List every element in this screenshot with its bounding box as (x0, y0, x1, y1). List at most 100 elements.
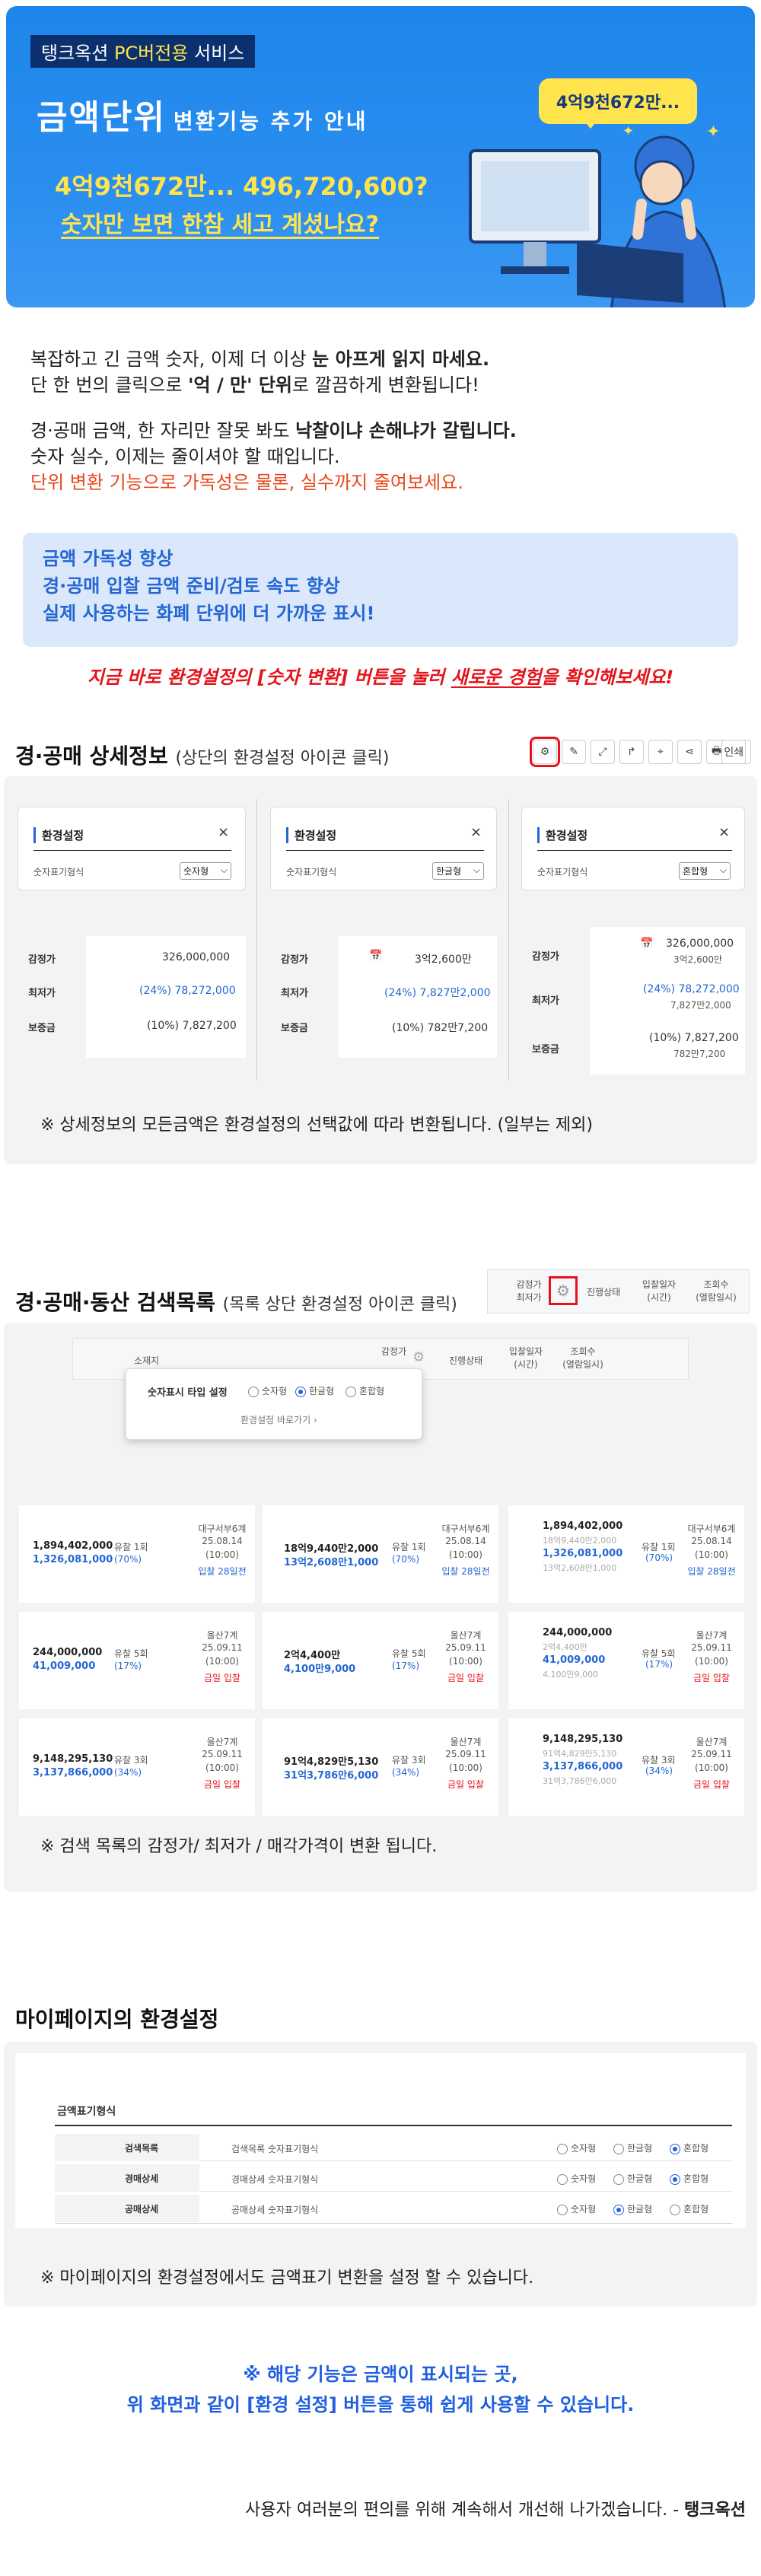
gear-icon[interactable]: ⚙ (412, 1349, 425, 1365)
fail-count: 유찰 3회 (114, 1755, 148, 1766)
final-line-2: 위 화면과 같이 [환경 설정] 버튼을 통해 쉽게 사용할 수 있습니다. (126, 2394, 635, 2415)
bid-countdown: 입찰 28일전 (687, 1566, 736, 1577)
court-name: 대구서부6계 (687, 1524, 736, 1534)
min-rate: (17%) (645, 1659, 673, 1670)
close-icon[interactable]: × (470, 824, 482, 840)
list-item[interactable]: 9,148,295,130 91억4,829만5,130 3,137,866,000… (508, 1718, 744, 1816)
list-item[interactable]: 1,894,402,000 18억9,440만2,000 1,326,081,000… (508, 1505, 744, 1603)
format-row: 검색목록 검색목록 숫자표기형식 숫자형 한글형 혼합형 (55, 2134, 732, 2161)
bid-countdown: 금일 입찰 (204, 1779, 240, 1790)
format-radio[interactable]: 혼합형 (670, 2202, 708, 2215)
format-select[interactable]: 숫자형 ⌵ (180, 862, 231, 880)
list-settings-gear-button[interactable]: ⚙ (549, 1276, 578, 1305)
appraisal-value-alt: 3억2,600만 (673, 954, 723, 965)
bid-countdown: 금일 입찰 (693, 1673, 730, 1683)
list-item[interactable]: 9,148,295,130 3,137,866,000 유찰 3회 (34%) 울산7계… (19, 1718, 255, 1816)
appraisal-value: 2억4,400만 (284, 1650, 341, 1661)
bid-countdown: 금일 입찰 (447, 1673, 484, 1683)
appraisal-value: 1,894,402,000 (33, 1540, 113, 1552)
format-radio[interactable]: 한글형 (613, 2141, 652, 2154)
format-radio[interactable]: 한글형 (613, 2202, 652, 2215)
banner-tag: 탱크옥션 PC버전용 서비스 (30, 35, 256, 68)
bid-time: (10:00) (695, 1762, 728, 1773)
popup-radio-korean[interactable]: 한글형 (295, 1384, 334, 1397)
format-radio[interactable]: 한글형 (613, 2172, 652, 2185)
bid-time: (10:00) (695, 1656, 728, 1667)
format-radio[interactable]: 숫자형 (557, 2172, 596, 2185)
settings-title: 환경설정 (33, 827, 84, 843)
row-name: 경매상세 (125, 2173, 159, 2184)
settings-popup-2: 환경설정 × 숫자표기형식 한글형 ⌵ (270, 807, 497, 890)
bid-countdown: 금일 입찰 (693, 1779, 730, 1790)
col-views: 조회수 (열람일시) (562, 1346, 603, 1370)
col-appraisal: 감정가 (381, 1346, 407, 1357)
format-radio[interactable]: 혼합형 (670, 2141, 708, 2154)
banner-line-2: 숫자만 보면 한참 세고 계셨나요? (61, 212, 379, 238)
col-bid-date: 입찰일자 (시간) (642, 1279, 677, 1303)
list-item[interactable]: 244,000,000 41,009,000 유찰 5회 (17%) 울산7계 25.09… (19, 1612, 255, 1709)
appraisal-value: 9,148,295,130 (543, 1734, 623, 1745)
share-icon[interactable]: ⋖ (677, 740, 702, 764)
close-icon[interactable]: × (718, 824, 730, 840)
mypage-panel: 금액표기형식 검색목록 검색목록 숫자표기형식 숫자형 한글형 혼합형 경매상세 경매상세 … (4, 2042, 757, 2307)
amount-format-title: 금액표기형식 (57, 2106, 116, 2118)
deposit-value-alt: 782만7,200 (673, 1049, 726, 1059)
detail-toolbar: ⚙ ✎ ⤢ ↱ ⌖ ⋖ 🖶 인쇄 (530, 737, 752, 767)
bid-countdown: 입찰 28일전 (198, 1566, 247, 1577)
share-arrow-icon[interactable]: ↱ (619, 740, 644, 764)
settings-gear-button[interactable]: ⚙ (530, 737, 560, 767)
bid-countdown: 입찰 28일전 (441, 1566, 490, 1577)
format-radio[interactable]: 숫자형 (557, 2202, 596, 2215)
appraisal-value: 18억9,440만2,000 (284, 1543, 379, 1555)
print-button[interactable]: 🖶 인쇄 (706, 740, 752, 764)
fail-count: 유찰 5회 (642, 1648, 676, 1659)
list-item[interactable]: 18억9,440만2,000 13억2,608만1,000 유찰 1회 (70%) 대구… (263, 1505, 498, 1603)
mypage-card: 금액표기형식 검색목록 검색목록 숫자표기형식 숫자형 한글형 혼합형 경매상세 경매상세 … (15, 2053, 746, 2228)
edit-icon[interactable]: ✎ (562, 740, 586, 764)
min-price-value: 31억3,786만6,000 (284, 1770, 379, 1782)
min-price-value: (24%) 78,272,000 (139, 985, 236, 997)
court-name: 대구서부6계 (198, 1524, 247, 1534)
list-item[interactable]: 244,000,000 2억4,400만 41,009,000 4,100만9,000… (508, 1612, 744, 1709)
min-rate: (17%) (392, 1661, 420, 1671)
field-label: 숫자표기형식 (33, 867, 84, 877)
row-desc: 공매상세 숫자표기형식 (231, 2205, 319, 2215)
row-label: 감정가 (532, 951, 559, 963)
appraisal-value: 244,000,000 (543, 1627, 613, 1638)
format-radio[interactable]: 숫자형 (557, 2141, 596, 2154)
popup-radio-number[interactable]: 숫자형 (248, 1384, 287, 1397)
bid-date: 25.09.11 (691, 1642, 732, 1653)
bid-date: 25.08.14 (445, 1536, 486, 1546)
mypage-note: ※ 마이페이지의 환경설정에서도 금액표기 변환을 설정 할 수 있습니다. (40, 2269, 534, 2288)
popup-radio-mixed[interactable]: 혼합형 (345, 1384, 384, 1397)
row-label: 최저가 (281, 988, 308, 999)
appraisal-value-alt: 91억4,829만5,130 (543, 1749, 617, 1759)
court-name: 울산7계 (696, 1630, 728, 1641)
appraisal-value: 9,148,295,130 (33, 1753, 113, 1765)
close-icon[interactable]: × (218, 824, 229, 840)
list-item[interactable]: 2억4,400만 4,100만9,000 유찰 5회 (17%) 울산7계 25.09.1… (263, 1612, 498, 1709)
format-select[interactable]: 한글형 ⌵ (432, 862, 484, 880)
bid-time: (10:00) (449, 1656, 482, 1667)
min-price-value-alt: 31억3,786만6,000 (543, 1776, 617, 1786)
list-item[interactable]: 1,894,402,000 1,326,081,000 유찰 1회 (70%) 대구서부… (19, 1505, 255, 1603)
court-name: 울산7계 (450, 1630, 482, 1641)
deposit-value: (10%) 7,827,200 (649, 1032, 739, 1044)
appraisal-value-alt: 2억4,400만 (543, 1642, 587, 1652)
min-price-value-alt: 13억2,608만1,000 (543, 1563, 617, 1573)
bid-date: 25.09.11 (445, 1749, 486, 1759)
settings-shortcut-link[interactable]: 환경설정 바로가기 › (240, 1413, 317, 1426)
bid-date: 25.08.14 (691, 1536, 732, 1546)
benefit-1: 금액 가독성 향상 (43, 548, 174, 569)
external-link-icon[interactable]: ⤢ (591, 740, 615, 764)
list-item[interactable]: 91억4,829만5,130 31억3,786만6,000 유찰 3회 (34%) 울산… (263, 1718, 498, 1816)
row-label: 감정가 (28, 954, 56, 966)
format-radio[interactable]: 혼합형 (670, 2172, 708, 2185)
map-pin-icon[interactable]: ⌖ (648, 740, 673, 764)
court-name: 대구서부6계 (441, 1524, 490, 1534)
divider (508, 799, 509, 1081)
final-notice: ※ 해당 기능은 금액이 표시되는 곳, 위 화면과 같이 [환경 설정] 버튼… (0, 2359, 761, 2420)
format-select[interactable]: 혼합형 ⌵ (679, 862, 731, 880)
row-label: 보증금 (28, 1023, 56, 1034)
call-to-action: 지금 바로 환경설정의 [숫자 변환] 버튼을 눌러 새로운 경험을 확인해보세… (87, 667, 674, 688)
